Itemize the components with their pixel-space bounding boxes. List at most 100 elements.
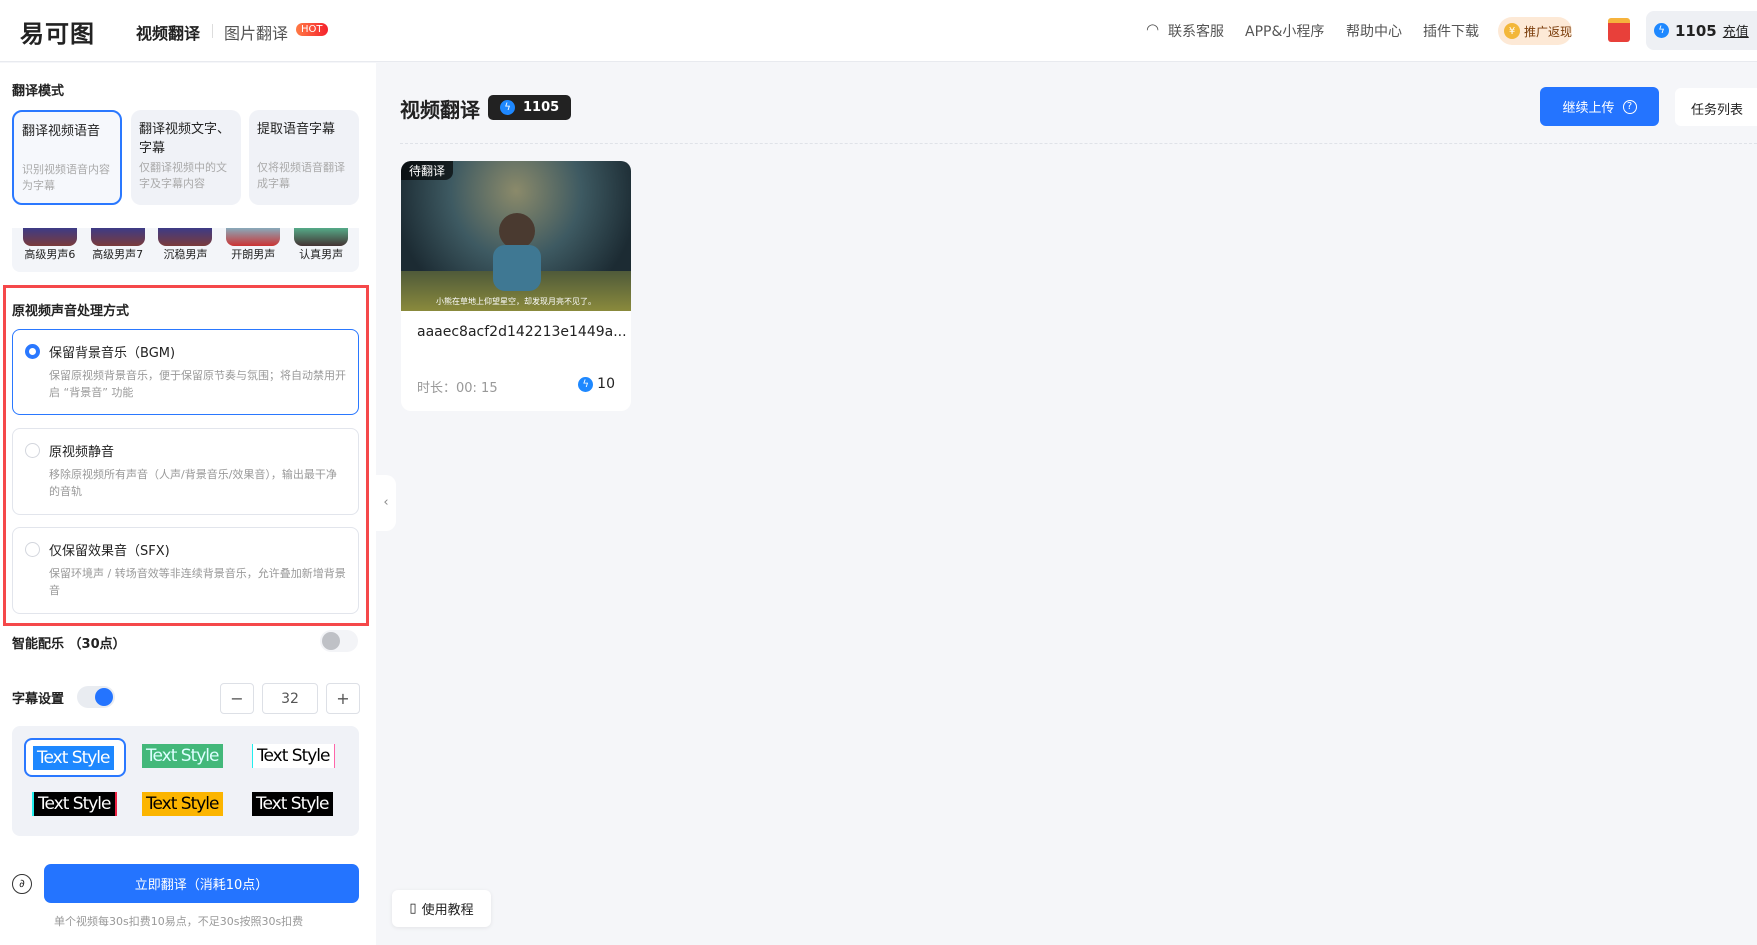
option-desc: 保留环境声 / 转场音效等非连续背景音乐，允许叠加新增背景音 <box>49 567 346 597</box>
video-thumbnail[interactable]: 小熊在草地上仰望星空，却发现月亮不见了。 待翻译 <box>401 161 631 311</box>
audio-section-title: 原视频声音处理方式 <box>12 304 130 319</box>
voice-item[interactable]: 开朗男声 <box>226 228 281 272</box>
radio-checked[interactable] <box>25 344 40 359</box>
recharge-link[interactable]: 充值 <box>1723 21 1749 40</box>
font-size-increase[interactable]: + <box>326 683 360 714</box>
credit-count: 1105 <box>523 100 560 115</box>
style-option[interactable]: Text Style <box>142 744 223 768</box>
billing-hint: 单个视频每30s扣费10易点，不足30s按照30s扣费 <box>54 915 304 928</box>
voice-avatar <box>158 228 213 246</box>
style-option[interactable]: Text Style <box>252 792 333 816</box>
mode-title: 提取语音字幕 <box>257 122 336 137</box>
option-desc: 保留原视频背景音乐，便于保留原节奏与氛围；将自动禁用开启 “背景音” 功能 <box>49 369 346 399</box>
font-size-decrease[interactable]: − <box>220 683 254 714</box>
bear-figure <box>499 213 535 249</box>
mode-desc: 识别视频语音内容为字幕 <box>22 163 110 192</box>
translate-now-button[interactable]: 立即翻译（消耗10点） <box>44 864 359 903</box>
mode-title: 翻译模式 <box>12 84 65 99</box>
mode-title: 翻译视频文字、字幕 <box>139 122 231 156</box>
voice-avatar <box>22 228 77 246</box>
contact-support-link[interactable]: 联系客服 <box>1168 21 1224 41</box>
divider <box>212 24 213 38</box>
subtitle-label: 字幕设置 <box>12 692 65 707</box>
radio-unchecked[interactable] <box>25 542 40 557</box>
video-filename: aaaec8acf2d142213e1449a... <box>417 324 627 340</box>
voice-item[interactable]: 高级男声6 <box>22 228 77 272</box>
plugin-download-link[interactable]: 插件下载 <box>1423 21 1479 41</box>
bolt-icon: ϟ <box>1654 23 1669 38</box>
toggle-knob <box>95 688 113 706</box>
top-header: 易可图 视频翻译 图片翻译 HOT ◠ 联系客服 APP&小程序 帮助中心 插件… <box>0 0 1757 62</box>
video-cost: ϟ 10 <box>578 376 615 392</box>
smart-music-label: 智能配乐 （30点） <box>12 637 126 652</box>
style-option[interactable]: Text Style <box>142 792 223 816</box>
option-title: 保留背景音乐（BGM) <box>49 346 176 361</box>
mode-desc: 仅将视频语音翻译成字幕 <box>257 161 345 190</box>
mode-card-text[interactable]: 翻译视频文字、字幕仅翻译视频中的文字及字幕内容 <box>131 110 241 205</box>
audio-option-bgm[interactable]: 保留背景音乐（BGM) 保留原视频背景音乐，便于保留原节奏与氛围；将自动禁用开启 … <box>12 329 359 415</box>
hot-badge: HOT <box>296 23 328 36</box>
help-center-link[interactable]: 帮助中心 <box>1346 21 1402 41</box>
credit-balance: ϟ 1105 充值 <box>1646 11 1757 50</box>
voice-item[interactable]: 沉稳男声 <box>158 228 213 272</box>
task-list-button[interactable]: 任务列表 <box>1675 88 1757 126</box>
promo-button[interactable]: ¥ 推广返现 <box>1498 17 1572 45</box>
cost-value: 10 <box>597 376 615 392</box>
logo: 易可图 <box>20 20 95 48</box>
upload-label: 继续上传 <box>1562 101 1615 116</box>
tab-image-translate[interactable]: 图片翻译 <box>224 20 288 44</box>
voice-label: 沉稳男声 <box>163 248 208 261</box>
style-option[interactable]: Text Style <box>32 792 117 816</box>
app-link[interactable]: APP&小程序 <box>1245 21 1324 41</box>
subtitle-style-panel: Text Style Text Style Text Style Text St… <box>12 726 359 836</box>
video-card[interactable]: 小熊在草地上仰望星空，却发现月亮不见了。 待翻译 aaaec8acf2d1422… <box>401 161 631 411</box>
credit-count: 1105 <box>1675 21 1717 40</box>
promo-label: 推广返现 <box>1524 24 1573 39</box>
voice-label: 开朗男声 <box>231 248 276 261</box>
font-size-input[interactable]: 32 <box>262 683 318 714</box>
video-subtitle: 小熊在草地上仰望星空，却发现月亮不见了。 <box>436 297 596 306</box>
voice-label: 认真男声 <box>299 248 344 261</box>
page-title: 视频翻译 <box>400 98 480 122</box>
option-title: 原视频静音 <box>49 445 115 460</box>
credit-badge: ϟ 1105 <box>488 95 572 120</box>
voice-item[interactable]: 认真男声 <box>294 228 349 272</box>
tutorial-label: 使用教程 <box>421 903 474 918</box>
smart-music-toggle[interactable] <box>320 630 358 652</box>
audio-option-sfx[interactable]: 仅保留效果音（SFX) 保留环境声 / 转场音效等非连续背景音乐，允许叠加新增背景… <box>12 527 359 614</box>
option-title: 仅保留效果音（SFX) <box>49 544 170 559</box>
gift-icon[interactable] <box>1608 18 1630 42</box>
option-desc: 移除原视频所有声音（人声/背景音乐/效果音），输出最干净的音轨 <box>49 468 337 498</box>
bear-body <box>493 245 541 291</box>
voice-avatar <box>294 228 349 246</box>
bolt-icon: ϟ <box>578 376 594 392</box>
divider <box>400 143 1757 144</box>
mode-title: 翻译视频语音 <box>22 124 101 139</box>
voice-avatar <box>226 228 281 246</box>
mode-card-extract[interactable]: 提取语音字幕仅将视频语音翻译成字幕 <box>249 110 359 205</box>
subtitle-toggle[interactable] <box>77 686 115 708</box>
mode-desc: 仅翻译视频中的文字及字幕内容 <box>139 161 227 190</box>
voice-label: 高级男声6 <box>24 248 76 261</box>
radio-unchecked[interactable] <box>25 443 40 458</box>
tab-video-translate[interactable]: 视频翻译 <box>136 20 200 44</box>
continue-upload-button[interactable]: 继续上传? <box>1540 87 1659 126</box>
status-badge: 待翻译 <box>401 161 454 180</box>
style-option[interactable]: Text Style <box>252 744 335 768</box>
audio-option-mute[interactable]: 原视频静音移除原视频所有声音（人声/背景音乐/效果音），输出最干净的音轨 <box>12 428 359 515</box>
style-option[interactable]: Text Style <box>33 746 114 770</box>
voice-item[interactable]: 高级男声7 <box>90 228 145 272</box>
video-duration: 时长：00: 15 <box>417 381 498 396</box>
mode-card-voice[interactable]: 翻译视频语音识别视频语音内容为字幕 <box>12 110 122 205</box>
voice-list: 高级男声6 高级男声7 沉稳男声 开朗男声 认真男声 <box>12 228 359 272</box>
book-icon: ▯ <box>409 901 417 916</box>
coin-icon: ¥ <box>1504 23 1520 39</box>
tutorial-button[interactable]: ▯ 使用教程 <box>392 890 491 927</box>
toggle-knob <box>322 632 340 650</box>
voice-label: 高级男声7 <box>92 248 144 261</box>
help-icon[interactable]: ? <box>1622 99 1637 114</box>
headset-icon: ◠ <box>1146 20 1160 38</box>
link-icon[interactable]: ∂ <box>12 874 32 894</box>
collapse-sidebar-button[interactable]: ‹ <box>376 475 396 531</box>
bolt-icon: ϟ <box>500 100 515 115</box>
